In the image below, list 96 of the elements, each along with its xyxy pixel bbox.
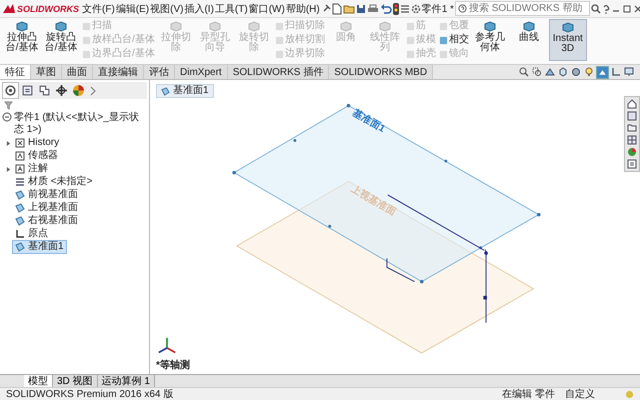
tree-item[interactable]: 材质 <未指定> [13,176,94,188]
expand-arrow-icon[interactable] [6,140,11,146]
tree-item-label: History [28,137,60,149]
tree-item-label: 右视基准面 [28,215,78,227]
folder-icon[interactable] [627,123,637,133]
new-document-icon[interactable] [332,2,342,14]
command-tab[interactable]: 草图 [31,65,62,79]
tree-root-label[interactable]: 零件1 (默认<<默认>_显示状态 1>) [14,112,147,136]
editing-mode-text: 在编辑 零件 [502,388,555,400]
filter-icon[interactable] [4,101,13,110]
units-dropdown[interactable]: 自定义 [565,387,615,400]
plane-icon [161,86,170,96]
history-icon [15,138,25,148]
toolbar-button[interactable]: Instant3D [548,19,587,61]
tree-item-label: 原点 [28,228,48,240]
toolbar-button[interactable]: 旋转凸台/基体 [42,19,80,61]
menu-item[interactable]: 插入(I) [184,2,214,16]
tree-item[interactable]: 前视基准面 [13,189,80,201]
maximize-icon[interactable] [622,4,632,14]
crosshair-tab-icon[interactable] [54,83,69,98]
properties-icon[interactable] [627,159,637,169]
tree-item[interactable]: History [13,137,62,149]
command-tab[interactable]: SOLIDWORKS MBD [329,65,434,79]
view-orientation-label: *等轴测 [156,358,190,372]
zoom-to-fit-icon[interactable] [519,67,529,77]
menu-item[interactable]: 视图(V) [150,2,184,16]
toolbar-button[interactable]: 参考几何体 [470,19,509,61]
tree-item[interactable]: 基准面1 [13,241,66,253]
menu-item[interactable]: 编辑(E) [116,2,150,16]
status-bulb-icon [625,390,634,398]
feature-icon [522,20,536,32]
bottom-tab[interactable]: 运动算例 1 [98,375,155,387]
bottom-tab[interactable]: 3D 视图 [53,375,98,387]
print-icon[interactable] [366,4,379,14]
tree-item-label: 前视基准面 [28,189,78,201]
undo-icon[interactable] [380,4,392,14]
toolbar-button[interactable]: 曲线 [510,19,548,61]
app-name: SOLIDWORKS [17,4,79,14]
feature-icon [15,20,29,32]
logo-icon [2,2,16,14]
menu-item[interactable]: 窗口(W) [248,2,285,16]
material-icon [15,177,25,187]
settings-icon[interactable] [410,4,421,14]
tree-item-label: 传感器 [28,150,58,162]
command-tab[interactable]: 评估 [144,65,175,79]
feature-tree-tab-icon[interactable] [3,83,18,98]
save-icon[interactable] [356,4,366,14]
tree-item-label: 基准面1 [28,241,64,253]
menu-item[interactable]: 工具(T) [214,2,248,16]
origin-icon [15,229,25,239]
toolbar-button[interactable]: 相交 [438,33,470,47]
command-tab[interactable]: SOLIDWORKS 插件 [228,65,330,79]
bottom-tab[interactable]: 模型 [24,375,53,387]
lightbulb-icon[interactable] [584,67,594,77]
tree-item[interactable]: 传感器 [13,150,60,162]
command-tab[interactable]: DimXpert [175,65,228,79]
feature-icon [54,20,68,32]
tree-item-label: 材质 <未指定> [28,176,92,188]
product-version-text: SOLIDWORKS Premium 2016 x64 版 [6,388,174,400]
expand-arrow-icon[interactable] [6,166,11,172]
feature-icon [560,21,575,33]
configuration-tab-icon[interactable] [37,83,52,98]
menu-item[interactable]: 帮助(H) [286,2,320,16]
monitor-icon[interactable] [624,67,634,77]
tree-item-label: 注解 [28,163,48,175]
property-tab-icon[interactable] [20,83,35,98]
traffic-light-icon[interactable] [392,2,399,14]
annotation-icon [15,164,25,174]
home-icon[interactable] [627,99,637,109]
appearance-tab-icon[interactable] [71,83,86,98]
breadcrumb-label: 基准面1 [173,85,209,97]
question-icon[interactable] [602,4,610,14]
open-folder-icon[interactable] [342,4,355,14]
command-tab[interactable]: 特征 [0,65,31,79]
close-icon[interactable] [632,4,640,14]
grid-icon[interactable] [627,135,637,145]
breadcrumb[interactable]: 基准面1 [156,84,214,98]
feature-icon [482,20,497,32]
toolbar-button[interactable]: 拉伸凸台/基体 [3,19,41,61]
help-icon [458,4,467,13]
command-tab[interactable]: 直接编辑 [93,65,144,79]
plane-icon [15,242,25,252]
tree-item[interactable]: 上视基准面 [13,202,80,214]
list-icon[interactable] [400,4,410,14]
chevron-right-icon[interactable] [88,84,98,96]
menu-item[interactable]: 文件(F) [82,2,115,16]
sensor-icon [15,151,25,161]
document-title: 零件1 * [422,2,454,16]
search-field[interactable]: 搜索 SOLIDWORKS 帮助 [454,1,590,16]
tree-item[interactable]: 注解 [13,163,50,175]
axes-icon[interactable] [611,67,621,77]
tree-item[interactable]: 原点 [13,228,50,240]
search-icon[interactable] [590,4,601,14]
tree-item[interactable]: 右视基准面 [13,215,80,227]
tree-item-label: 上视基准面 [28,202,78,214]
command-tab[interactable]: 曲面 [62,65,93,79]
